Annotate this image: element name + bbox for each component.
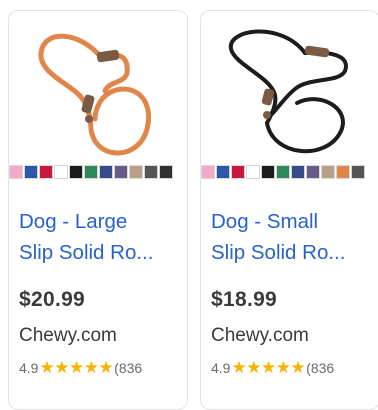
product-image[interactable] (201, 11, 378, 163)
color-swatch[interactable] (306, 165, 320, 179)
color-swatch[interactable] (99, 165, 113, 179)
leash-image (38, 33, 151, 156)
review-count: (836 (114, 360, 143, 376)
star-rating-icon: ★★★★★ (39, 358, 114, 377)
color-swatches[interactable] (9, 165, 187, 185)
color-swatch[interactable] (159, 165, 173, 179)
color-swatch[interactable] (54, 165, 68, 179)
color-swatch[interactable] (129, 165, 143, 179)
merchant-name: Chewy.com (211, 325, 309, 346)
product-image[interactable] (9, 11, 187, 163)
color-swatch[interactable] (201, 165, 215, 179)
product-price: $18.99 (211, 288, 278, 311)
color-swatch[interactable] (114, 165, 128, 179)
review-count: (836 (306, 360, 335, 376)
rating: 4.9 ★★★★★ (836 (211, 358, 334, 378)
rating: 4.9 ★★★★★ (836 (19, 358, 142, 378)
title-line-2[interactable]: Slip Solid Ro... (19, 237, 181, 268)
color-swatch[interactable] (24, 165, 38, 179)
color-swatch[interactable] (84, 165, 98, 179)
color-swatch[interactable] (216, 165, 230, 179)
title-line-1[interactable]: Dog - Small (211, 206, 373, 237)
product-title[interactable]: Dog - Small Slip Solid Ro... (211, 206, 373, 268)
color-swatch[interactable] (144, 165, 158, 179)
color-swatches[interactable] (201, 165, 378, 185)
color-swatch[interactable] (9, 165, 23, 179)
color-swatch[interactable] (69, 165, 83, 179)
rating-value: 4.9 (211, 360, 231, 376)
color-swatch[interactable] (39, 165, 53, 179)
title-line-2[interactable]: Slip Solid Ro... (211, 237, 373, 268)
color-swatch[interactable] (291, 165, 305, 179)
color-swatch[interactable] (276, 165, 290, 179)
color-swatch[interactable] (336, 165, 350, 179)
color-swatch[interactable] (321, 165, 335, 179)
color-swatch[interactable] (261, 165, 275, 179)
star-rating-icon: ★★★★★ (231, 358, 306, 377)
product-card[interactable]: Dog - Small Slip Solid Ro... $18.99 Chew… (200, 10, 378, 410)
color-swatch[interactable] (231, 165, 245, 179)
product-card[interactable]: Dog - Large Slip Solid Ro... $20.99 Chew… (8, 10, 188, 410)
product-price: $20.99 (19, 288, 86, 311)
leash-image (228, 29, 348, 154)
title-line-1[interactable]: Dog - Large (19, 206, 181, 237)
merchant-name: Chewy.com (19, 325, 117, 346)
color-swatch[interactable] (246, 165, 260, 179)
color-swatch[interactable] (351, 165, 365, 179)
product-title[interactable]: Dog - Large Slip Solid Ro... (19, 206, 181, 268)
rating-value: 4.9 (19, 360, 39, 376)
